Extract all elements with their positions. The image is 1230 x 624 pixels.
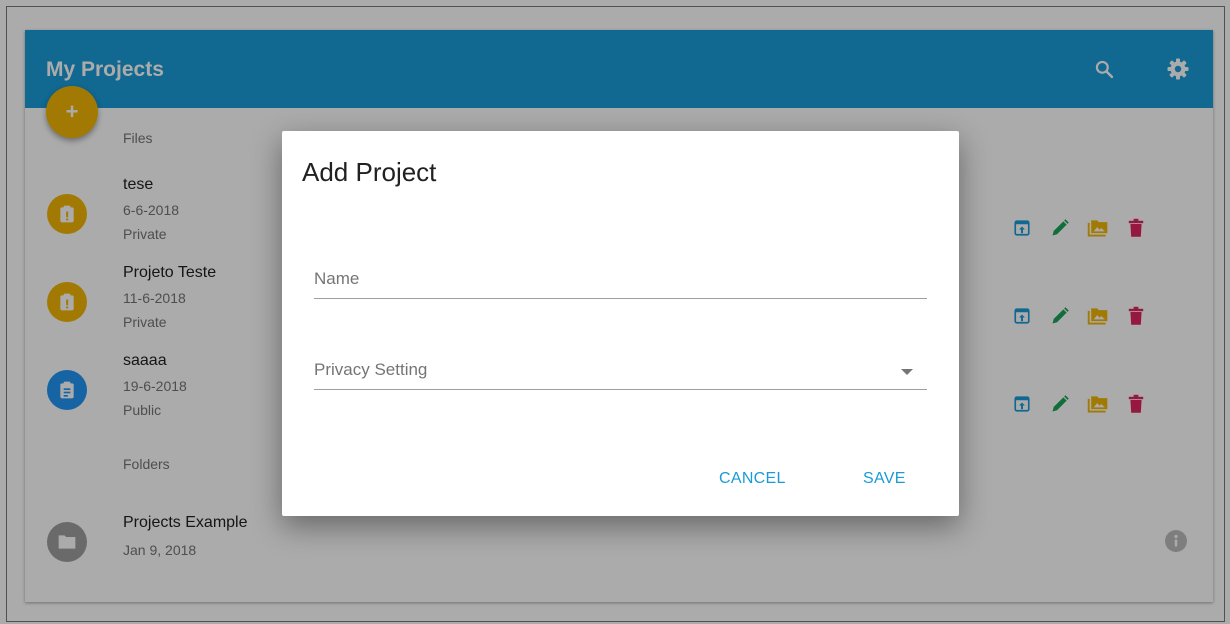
dialog-title: Add Project [302, 157, 437, 187]
name-input[interactable]: Name [314, 259, 927, 299]
privacy-placeholder: Privacy Setting [314, 360, 428, 379]
privacy-setting-select[interactable]: Privacy Setting [314, 350, 927, 390]
name-placeholder: Name [314, 269, 360, 288]
cancel-button[interactable]: CANCEL [719, 470, 786, 488]
add-project-dialog: Add Project Name Privacy Setting CANCEL … [282, 131, 959, 516]
chevron-down-icon [901, 369, 913, 375]
save-button[interactable]: SAVE [863, 470, 906, 488]
